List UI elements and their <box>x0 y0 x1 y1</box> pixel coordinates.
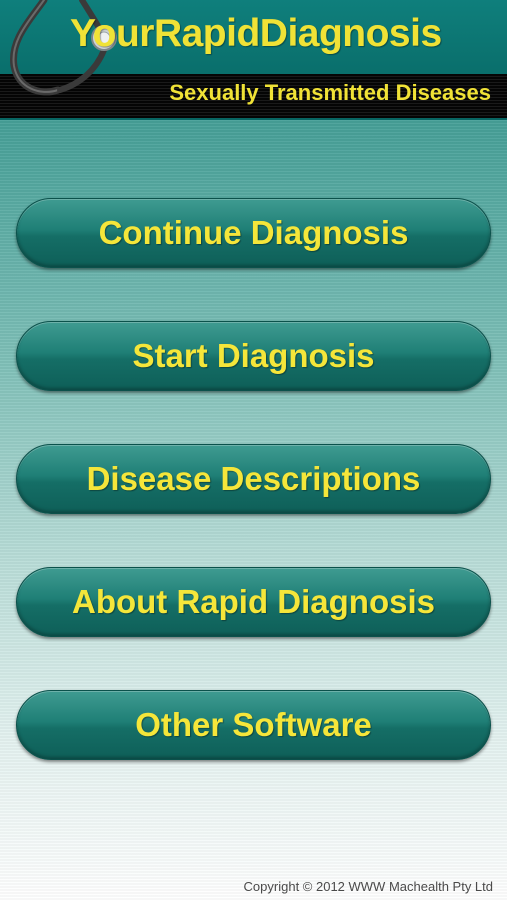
app-header: YourRapidDiagnosis Sexually Transmitted … <box>0 0 507 120</box>
other-software-button[interactable]: Other Software <box>16 690 491 760</box>
start-diagnosis-button[interactable]: Start Diagnosis <box>16 321 491 391</box>
start-diagnosis-label: Start Diagnosis <box>132 337 375 374</box>
continue-diagnosis-button[interactable]: Continue Diagnosis <box>16 198 491 268</box>
other-software-label: Other Software <box>135 706 372 743</box>
about-rapid-diagnosis-label: About Rapid Diagnosis <box>72 583 435 620</box>
main-menu: Continue Diagnosis Start Diagnosis Disea… <box>16 198 491 813</box>
disease-descriptions-button[interactable]: Disease Descriptions <box>16 444 491 514</box>
about-rapid-diagnosis-button[interactable]: About Rapid Diagnosis <box>16 567 491 637</box>
disease-descriptions-label: Disease Descriptions <box>86 460 421 497</box>
continue-diagnosis-label: Continue Diagnosis <box>98 214 409 251</box>
copyright-text: Copyright © 2012 WWW Machealth Pty Ltd <box>243 879 493 894</box>
app-title: YourRapidDiagnosis <box>70 12 442 55</box>
app-subtitle: Sexually Transmitted Diseases <box>169 80 491 105</box>
